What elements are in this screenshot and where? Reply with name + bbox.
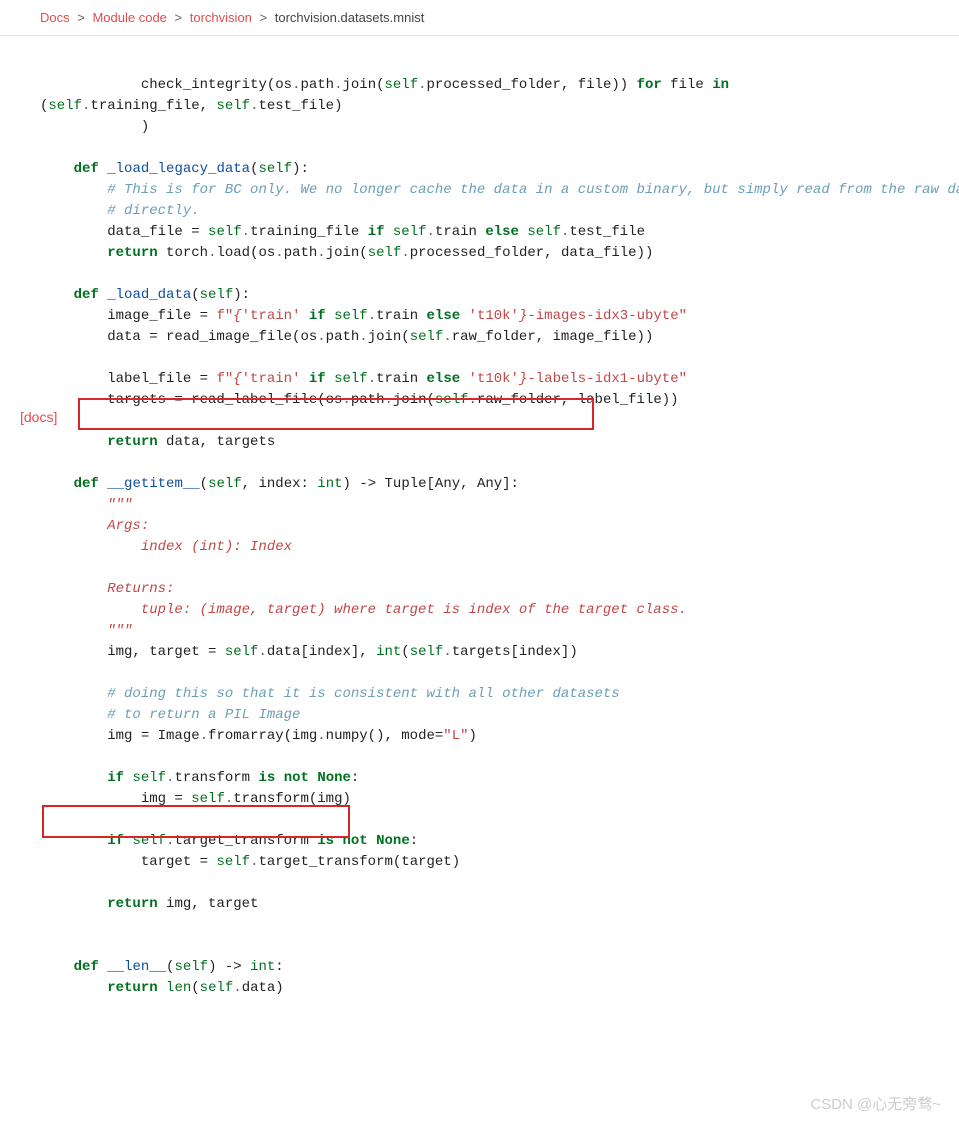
bc-sep: > (260, 10, 268, 25)
watermark: CSDN @心无旁骛~ (810, 1094, 941, 1117)
code-block: check_integrity(os.path.join(self.proces… (0, 36, 959, 1122)
bc-sep: > (175, 10, 183, 25)
bc-docs[interactable]: Docs (40, 10, 70, 25)
bc-torchvision[interactable]: torchvision (190, 10, 252, 25)
bc-current: torchvision.datasets.mnist (275, 10, 425, 25)
bc-module-code[interactable]: Module code (92, 10, 166, 25)
docs-link[interactable]: [docs] (20, 407, 57, 428)
breadcrumb: Docs > Module code > torchvision > torch… (0, 0, 959, 36)
bc-sep: > (77, 10, 85, 25)
